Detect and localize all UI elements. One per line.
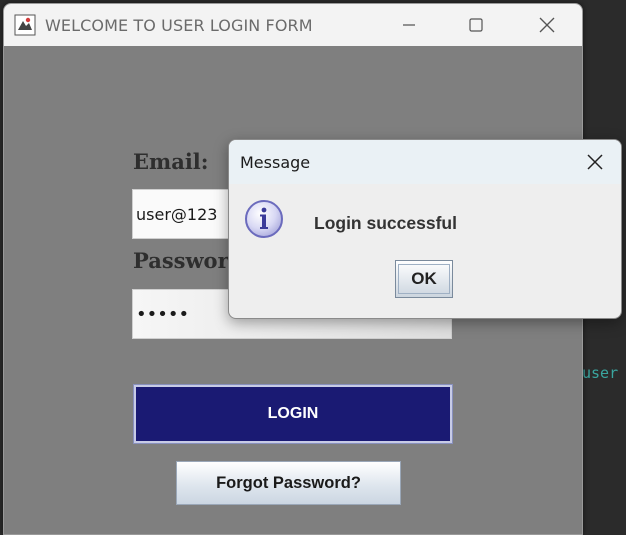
maximize-icon [469, 18, 483, 32]
message-dialog: Message Login successful OK [228, 139, 622, 319]
ok-focus-ring: OK [398, 264, 450, 294]
email-label: Email: [133, 149, 209, 174]
dialog-title-bar[interactable]: Message [229, 140, 621, 184]
forgot-password-button[interactable]: Forgot Password? [176, 461, 401, 505]
close-icon [539, 17, 555, 33]
maximize-button[interactable] [441, 4, 511, 46]
minimize-icon [402, 18, 416, 32]
close-icon [586, 153, 604, 171]
minimize-button[interactable] [374, 4, 444, 46]
java-app-icon [14, 14, 36, 36]
window-title: WELCOME TO USER LOGIN FORM [45, 16, 313, 35]
ok-button[interactable]: OK [395, 260, 453, 298]
info-icon [243, 198, 285, 240]
dialog-title: Message [240, 153, 310, 172]
email-value: user@123 [136, 205, 217, 224]
forgot-password-label: Forgot Password? [216, 474, 361, 493]
ok-button-label: OK [411, 269, 437, 289]
login-button-label: LOGIN [268, 405, 319, 423]
login-button[interactable]: LOGIN [134, 385, 452, 443]
dialog-close-button[interactable] [577, 144, 613, 180]
close-button[interactable] [512, 4, 582, 46]
title-bar[interactable]: WELCOME TO USER LOGIN FORM [4, 4, 582, 46]
code-fragment: user [582, 364, 618, 382]
password-value: ••••• [136, 304, 189, 325]
dialog-message: Login successful [314, 213, 457, 234]
